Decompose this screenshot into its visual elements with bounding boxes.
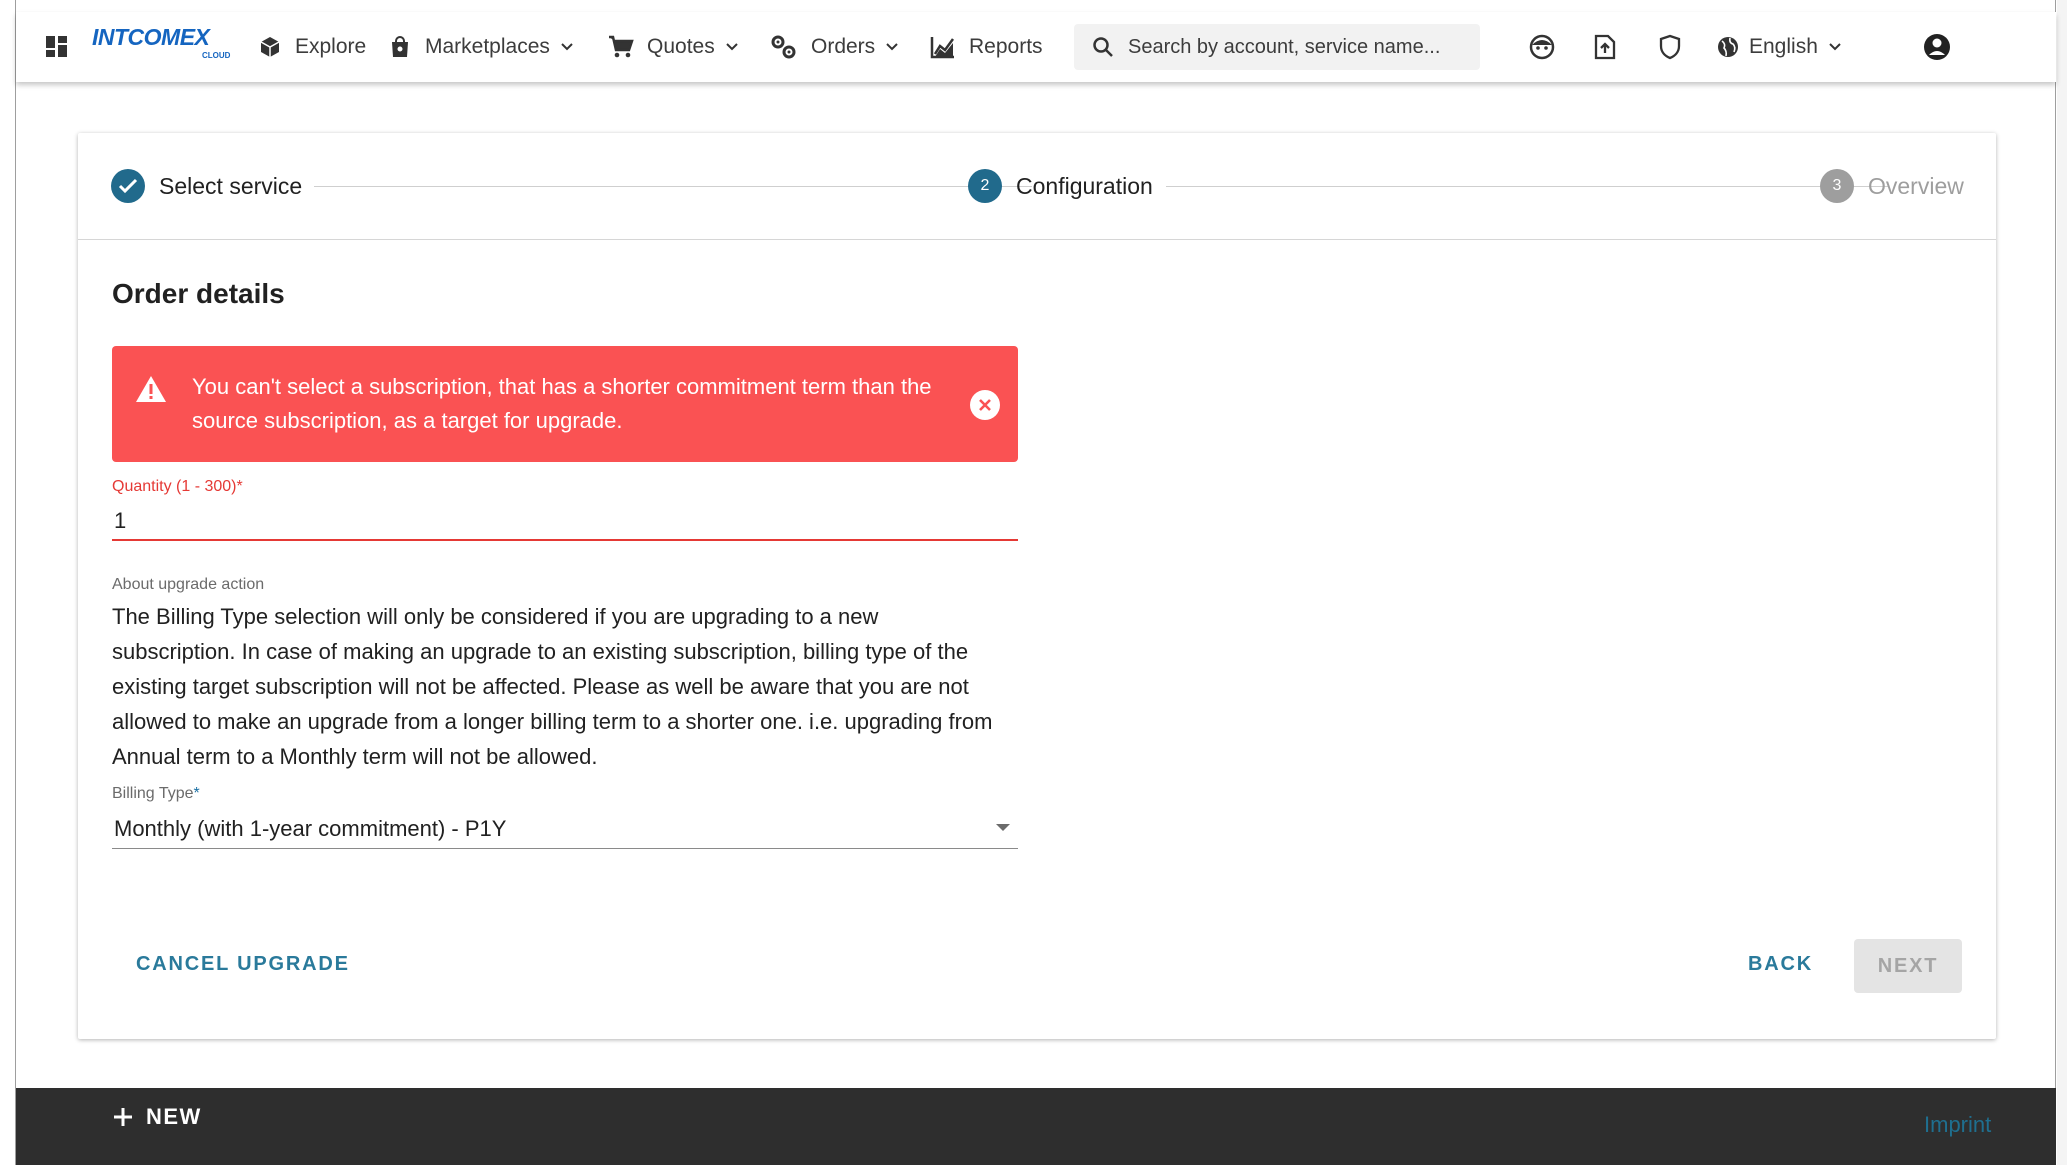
step-overview[interactable]: 3 Overview <box>1820 168 1964 204</box>
step-label: Configuration <box>1016 172 1153 199</box>
step-configuration[interactable]: 2 Configuration <box>968 168 1153 204</box>
warning-icon <box>136 376 166 402</box>
nav-explore-label: Explore <box>295 35 367 58</box>
apps-grid-button[interactable] <box>46 24 68 70</box>
quantity-label: Quantity (1 - 300)* <box>112 478 243 496</box>
file-upload-icon <box>1594 34 1616 60</box>
about-upgrade-text: The Billing Type selection will only be … <box>112 604 993 769</box>
nav-marketplaces-label: Marketplaces <box>425 35 550 58</box>
gears-icon <box>771 35 796 59</box>
chevron-down-icon <box>886 43 898 51</box>
required-asterisk: * <box>236 478 243 495</box>
nav-orders[interactable]: Orders <box>770 24 899 70</box>
logo-subtext: CLOUD <box>202 51 231 60</box>
footer-bar: NEW Imprint <box>16 1088 2056 1165</box>
chevron-down-icon <box>561 43 573 51</box>
language-label: English <box>1749 35 1818 58</box>
new-button[interactable]: NEW <box>112 1104 202 1130</box>
new-button-label: NEW <box>146 1104 202 1129</box>
error-alert: You can't select a subscription, that ha… <box>112 346 1018 462</box>
account-circle-icon <box>1924 34 1950 60</box>
security-button[interactable] <box>1658 24 1682 70</box>
plus-icon <box>114 1108 132 1126</box>
cart-icon <box>609 35 634 58</box>
close-icon <box>979 399 991 411</box>
quantity-input[interactable] <box>112 503 1018 541</box>
nav-explore[interactable]: Explore <box>258 24 366 70</box>
step-connector <box>1166 186 1888 187</box>
billing-type-value: Monthly (with 1-year commitment) - P1Y <box>114 815 507 841</box>
back-button[interactable]: BACK <box>1748 953 1813 976</box>
scrollbar-track[interactable] <box>2057 0 2067 1165</box>
nav-orders-label: Orders <box>811 35 876 58</box>
dropdown-caret-icon <box>996 824 1010 831</box>
required-asterisk: * <box>193 785 200 802</box>
cancel-upgrade-button[interactable]: CANCEL UPGRADE <box>136 953 350 976</box>
support-button[interactable] <box>1528 24 1556 70</box>
shopping-bag-icon <box>392 36 408 57</box>
step-label: Select service <box>159 172 303 199</box>
alert-close-button[interactable] <box>970 390 1000 420</box>
nav-marketplaces[interactable]: Marketplaces <box>388 24 574 70</box>
cube-icon <box>260 37 280 57</box>
user-account-button[interactable] <box>1922 24 1952 70</box>
nav-reports[interactable]: Reports <box>930 24 1043 70</box>
about-upgrade-label: About upgrade action <box>112 576 265 593</box>
chevron-down-icon <box>1829 43 1841 51</box>
nav-quotes[interactable]: Quotes <box>608 24 739 70</box>
alert-message: You can't select a subscription, that ha… <box>192 374 932 433</box>
shield-icon <box>1659 34 1681 60</box>
logo-text: INTCOMEX <box>92 24 210 50</box>
nav-reports-label: Reports <box>969 35 1043 58</box>
search-icon <box>1093 37 1113 57</box>
billing-type-select[interactable]: Monthly (with 1-year commitment) - P1Y <box>112 809 1018 849</box>
apps-grid-icon <box>46 36 67 57</box>
global-search[interactable] <box>1074 24 1480 70</box>
upgrade-wizard-card: Select service 2 Configuration 3 Overvie… <box>78 133 1996 1039</box>
step-select-service[interactable]: Select service <box>111 168 302 204</box>
top-navigation-bar: INTCOMEX CLOUD Explore Marketplaces Quot… <box>16 12 2056 82</box>
billing-type-label-text: Billing Type <box>112 785 194 802</box>
nav-quotes-label: Quotes <box>647 35 715 58</box>
search-input[interactable] <box>1128 35 1468 59</box>
globe-icon <box>1718 37 1738 57</box>
billing-type-label: Billing Type* <box>112 785 200 803</box>
face-icon <box>1529 34 1555 60</box>
chevron-down-icon <box>726 43 738 51</box>
file-upload-button[interactable] <box>1594 24 1616 70</box>
step-connector <box>314 186 1032 187</box>
quantity-label-text: Quantity (1 - 300) <box>112 478 237 495</box>
imprint-link[interactable]: Imprint <box>1924 1112 1991 1138</box>
next-button[interactable]: NEXT <box>1854 939 1962 993</box>
chart-icon <box>930 37 955 59</box>
step-label: Overview <box>1868 172 1964 199</box>
step-number-badge: 2 <box>968 169 1002 203</box>
language-selector[interactable]: English <box>1716 24 1842 70</box>
step-number-badge: 3 <box>1820 169 1854 203</box>
wizard-stepper: Select service 2 Configuration 3 Overvie… <box>78 133 1996 240</box>
section-title: Order details <box>112 278 285 309</box>
check-icon <box>111 169 145 203</box>
intcomex-logo[interactable]: INTCOMEX CLOUD <box>92 24 232 62</box>
